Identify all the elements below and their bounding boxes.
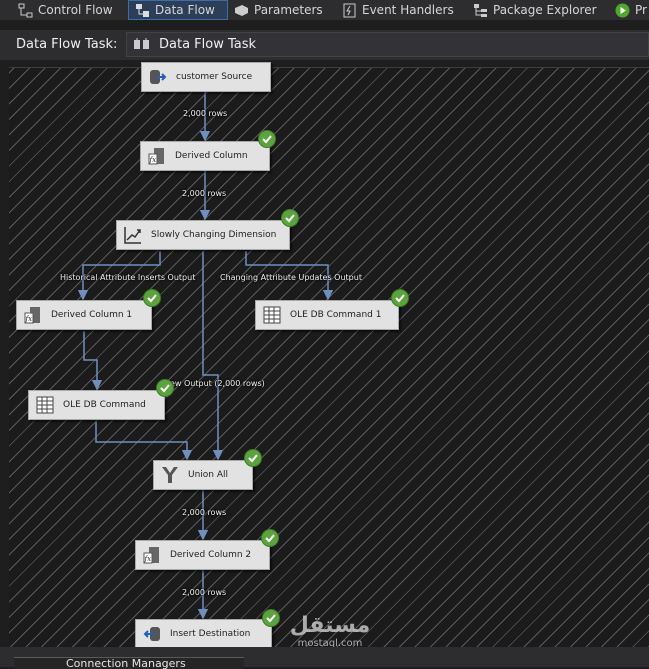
path-ole-to-union[interactable] <box>95 421 193 461</box>
path-new-output[interactable] <box>202 251 224 461</box>
validation-check-icon <box>262 609 280 627</box>
component-slowly-changing-dimension[interactable]: Slowly Changing Dimension <box>116 220 290 250</box>
validation-check-icon <box>156 379 174 397</box>
component-derived-column[interactable]: fx Derived Column <box>140 141 270 171</box>
validation-check-icon <box>143 289 161 307</box>
path-label-historical: Historical Attribute Inserts Output <box>60 273 196 282</box>
component-insert-destination[interactable]: Insert Destination <box>135 619 272 649</box>
ole-db-command-icon <box>263 306 281 324</box>
component-label: Insert Destination <box>170 629 251 639</box>
watermark-arabic: مستقل <box>289 613 371 638</box>
path-label-rows: 2,000 rows <box>183 109 228 118</box>
component-label: OLE DB Command 1 <box>290 310 382 320</box>
svg-text:fx: fx <box>144 555 152 563</box>
watermark-logo: مستقل mostaql.com <box>285 614 375 650</box>
path-label-new-output: ew Output (2,000 rows) <box>170 379 265 388</box>
component-ole-db-command[interactable]: OLE DB Command <box>28 390 165 420</box>
path-label-rows: 2,000 rows <box>182 588 227 597</box>
source-icon <box>150 70 167 84</box>
path-label-rows: 2,000 rows <box>182 508 227 517</box>
path-label-rows: 2,000 rows <box>182 189 227 198</box>
derived-column-icon: fx <box>143 547 159 564</box>
derived-column-icon: fx <box>148 148 164 165</box>
component-derived-column-2[interactable]: fx Derived Column 2 <box>135 540 270 570</box>
component-ole-db-command-1[interactable]: OLE DB Command 1 <box>255 300 399 330</box>
component-label: Derived Column 2 <box>170 550 252 560</box>
validation-check-icon <box>391 289 409 307</box>
component-label: OLE DB Command <box>63 400 146 410</box>
union-all-icon <box>162 467 178 483</box>
derived-column-icon: fx <box>24 307 40 324</box>
component-customer-source[interactable]: customer Source <box>141 62 271 92</box>
validation-check-icon <box>261 529 279 547</box>
validation-check-icon <box>258 130 276 148</box>
path-derived1-to-ole[interactable] <box>83 331 103 391</box>
scd-icon <box>124 227 141 244</box>
svg-text:fx: fx <box>25 315 33 323</box>
svg-text:fx: fx <box>149 156 157 164</box>
destination-icon <box>143 627 160 641</box>
component-label: Slowly Changing Dimension <box>151 230 277 240</box>
component-union-all[interactable]: Union All <box>153 460 253 490</box>
component-label: Derived Column 1 <box>51 310 133 320</box>
component-derived-column-1[interactable]: fx Derived Column 1 <box>16 300 152 330</box>
component-label: Union All <box>188 470 229 480</box>
validation-check-icon <box>244 449 262 467</box>
component-label: customer Source <box>176 72 253 82</box>
component-label: Derived Column <box>175 151 248 161</box>
data-flow-paths <box>77 92 334 620</box>
connection-managers-tab[interactable]: Connection Managers <box>14 657 244 669</box>
validation-check-icon <box>281 209 299 227</box>
path-label-changing: Changing Attribute Updates Output <box>220 273 362 282</box>
ole-db-command-icon <box>36 396 54 414</box>
